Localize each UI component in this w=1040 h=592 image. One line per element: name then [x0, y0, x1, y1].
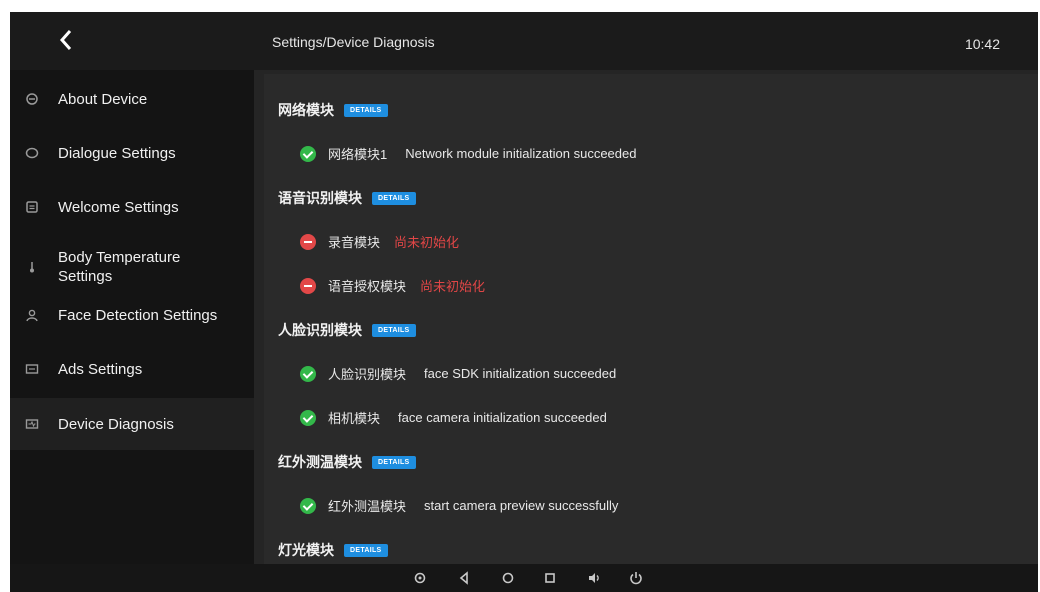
status-row: 录音模块 尚未初始化	[300, 232, 459, 251]
section-speech-recognition: 语音识别模块 DETAILS	[278, 188, 416, 208]
module-name: 红外测温模块	[328, 499, 407, 514]
section-lighting: 灯光模块 DETAILS	[278, 540, 388, 560]
module-name: 相机模块	[328, 411, 381, 426]
status-row: 语音授权模块 尚未初始化	[300, 276, 485, 295]
status-message: face camera initialization succeeded	[398, 410, 607, 425]
error-circle-icon	[300, 277, 316, 294]
device-screen: Settings/Device Diagnosis 10:42 About De…	[10, 12, 1038, 592]
section-face-recognition: 人脸识别模块 DETAILS	[278, 320, 416, 340]
section-title: 人脸识别模块	[278, 322, 362, 338]
sidebar-item-label: Body Temperature Settings	[58, 249, 181, 285]
status-message: face SDK initialization succeeded	[424, 366, 617, 381]
sidebar-item-welcome-settings[interactable]: Welcome Settings	[10, 190, 254, 224]
settings-icon[interactable]	[412, 570, 428, 586]
sidebar: About Device Dialogue Settings Welcome S…	[10, 70, 254, 564]
ads-icon	[24, 361, 40, 377]
check-circle-icon	[300, 145, 316, 162]
section-network: 网络模块 DETAILS	[278, 100, 388, 120]
status-row: 红外测温模块 start camera preview successfully	[300, 496, 618, 515]
section-title: 网络模块	[278, 102, 334, 118]
status-row: 相机模块 face camera initialization succeede…	[300, 408, 607, 427]
welcome-icon	[24, 199, 40, 215]
sidebar-item-dialogue-settings[interactable]: Dialogue Settings	[10, 136, 254, 170]
section-title: 灯光模块	[278, 542, 334, 558]
sidebar-item-label: About Device	[58, 90, 148, 108]
section-title: 语音识别模块	[278, 190, 362, 206]
clock: 10:42	[964, 36, 1000, 52]
status-row: 网络模块1 Network module initialization succ…	[300, 144, 636, 163]
module-name: 录音模块	[328, 235, 381, 250]
details-button[interactable]: DETAILS	[372, 455, 416, 469]
check-circle-icon	[300, 365, 316, 382]
error-circle-icon	[300, 233, 316, 250]
sidebar-item-label: Welcome Settings	[58, 198, 179, 216]
status-row: 人脸识别模块 face SDK initialization succeeded	[300, 364, 616, 383]
volume-icon[interactable]	[586, 570, 602, 586]
chevron-left-icon[interactable]	[54, 26, 80, 54]
person-icon	[24, 307, 40, 323]
sidebar-item-face-detection-settings[interactable]: Face Detection Settings	[10, 298, 254, 332]
status-message: 尚未初始化	[420, 279, 486, 294]
sidebar-item-label: Ads Settings	[58, 360, 143, 378]
breadcrumb: Settings/Device Diagnosis	[272, 34, 435, 50]
device-icon	[24, 91, 40, 107]
sidebar-item-label: Device Diagnosis	[58, 415, 174, 433]
section-infrared-temperature: 红外测温模块 DETAILS	[278, 452, 416, 472]
details-button[interactable]: DETAILS	[344, 103, 388, 117]
module-name: 人脸识别模块	[328, 367, 407, 382]
back-triangle-icon[interactable]	[456, 570, 472, 586]
module-name: 语音授权模块	[328, 279, 407, 294]
sidebar-item-body-temperature-settings[interactable]: Body Temperature Settings	[10, 242, 254, 292]
details-button[interactable]: DETAILS	[372, 323, 416, 337]
top-bar: Settings/Device Diagnosis 10:42	[10, 12, 1038, 70]
sidebar-item-label: Dialogue Settings	[58, 144, 176, 162]
sidebar-item-device-diagnosis[interactable]: Device Diagnosis	[10, 398, 254, 450]
system-navigation-bar	[10, 564, 1038, 592]
diagnosis-icon	[24, 416, 40, 432]
recents-square-icon[interactable]	[542, 570, 558, 586]
details-button[interactable]: DETAILS	[344, 543, 388, 557]
diagnosis-panel: 网络模块 DETAILS 网络模块1 Network module initia…	[264, 74, 1038, 564]
module-name: 网络模块1	[328, 147, 388, 162]
section-title: 红外测温模块	[278, 454, 362, 470]
status-message: start camera preview successfully	[424, 498, 619, 513]
home-circle-icon[interactable]	[500, 570, 516, 586]
power-icon[interactable]	[628, 570, 644, 586]
check-circle-icon	[300, 497, 316, 514]
status-message: 尚未初始化	[394, 235, 460, 250]
sidebar-item-ads-settings[interactable]: Ads Settings	[10, 352, 254, 386]
sidebar-item-about-device[interactable]: About Device	[10, 82, 254, 116]
check-circle-icon	[300, 409, 316, 426]
chat-icon	[24, 145, 40, 161]
details-button[interactable]: DETAILS	[372, 191, 416, 205]
status-message: Network module initialization succeeded	[405, 146, 637, 161]
thermometer-icon	[24, 259, 40, 275]
diagnosis-content: 网络模块 DETAILS 网络模块1 Network module initia…	[254, 70, 1038, 564]
sidebar-item-label: Face Detection Settings	[58, 306, 218, 324]
